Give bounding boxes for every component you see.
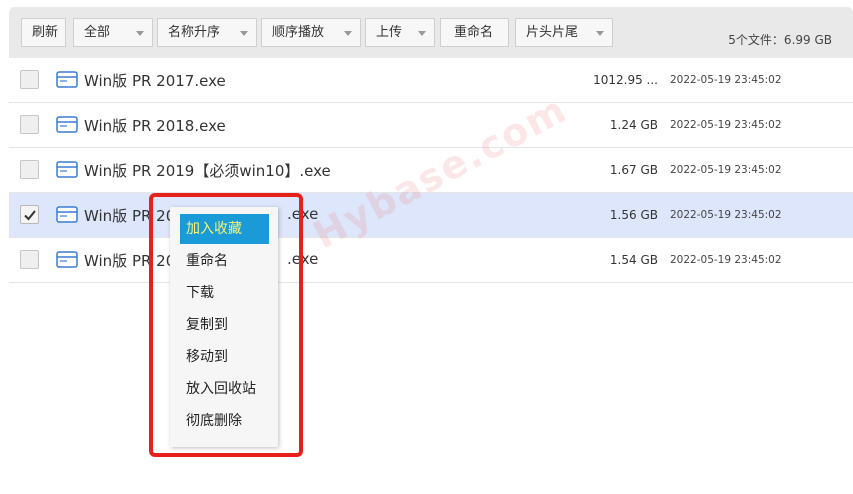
file-icon — [56, 251, 78, 268]
file-name-extension: .exe — [287, 250, 319, 268]
rename-button[interactable]: 重命名 — [440, 18, 509, 47]
row-checkbox[interactable] — [20, 250, 39, 269]
row-checkbox-checked[interactable] — [20, 205, 39, 224]
file-size: 1012.95 ... — [593, 73, 658, 87]
intro-outro-dropdown[interactable]: 片头片尾 — [515, 18, 613, 47]
file-date: 2022-05-19 23:45:02 — [670, 254, 782, 266]
file-row-selected[interactable]: Win版 PR 20 .exe 1.56 GB 2022-05-19 23:45… — [9, 193, 853, 238]
menu-item-recycle[interactable]: 放入回收站 — [180, 374, 269, 404]
file-size: 1.56 GB — [609, 208, 658, 222]
file-row[interactable]: Win版 PR 2018.exe 1.24 GB 2022-05-19 23:4… — [9, 103, 853, 148]
file-summary: 5个文件：6.99 GB — [728, 33, 832, 47]
refresh-label: 刷新 — [32, 25, 59, 40]
chevron-down-icon — [596, 31, 604, 36]
file-row[interactable]: Win版 PR 2019【必须win10】.exe 1.67 GB 2022-0… — [9, 148, 853, 193]
file-size: 1.67 GB — [609, 163, 658, 177]
file-date: 2022-05-19 23:45:02 — [670, 74, 782, 86]
file-icon — [56, 71, 78, 88]
menu-item-download[interactable]: 下载 — [180, 278, 269, 308]
row-checkbox[interactable] — [20, 70, 39, 89]
menu-item-add-favorite[interactable]: 加入收藏 — [180, 214, 269, 244]
file-name[interactable]: Win版 PR 2017.exe — [84, 70, 226, 91]
menu-item-move-to[interactable]: 移动到 — [180, 342, 269, 372]
file-size: 1.54 GB — [609, 253, 658, 267]
upload-label: 上传 — [376, 25, 403, 40]
file-date: 2022-05-19 23:45:02 — [670, 209, 782, 221]
playback-dropdown[interactable]: 顺序播放 — [261, 18, 361, 47]
file-name-extension: .exe — [287, 205, 319, 223]
file-icon — [56, 161, 78, 178]
checkmark-icon — [24, 210, 36, 221]
file-date: 2022-05-19 23:45:02 — [670, 119, 782, 131]
toolbar: 刷新 全部 名称升序 顺序播放 上传 重命名 片头片尾 5个文件：6.99 GB — [9, 7, 853, 58]
menu-item-copy-to[interactable]: 复制到 — [180, 310, 269, 340]
file-date: 2022-05-19 23:45:02 — [670, 164, 782, 176]
file-size: 1.24 GB — [609, 118, 658, 132]
intro-outro-label: 片头片尾 — [526, 25, 579, 40]
row-checkbox[interactable] — [20, 115, 39, 134]
upload-dropdown[interactable]: 上传 — [365, 18, 435, 47]
menu-item-rename[interactable]: 重命名 — [180, 246, 269, 276]
sort-label: 名称升序 — [168, 25, 221, 40]
rename-label: 重命名 — [454, 25, 494, 40]
file-row[interactable]: Win版 PR 2017.exe 1012.95 ... 2022-05-19 … — [9, 58, 853, 103]
refresh-button[interactable]: 刷新 — [21, 18, 66, 47]
chevron-down-icon — [418, 31, 426, 36]
chevron-down-icon — [136, 31, 144, 36]
row-checkbox[interactable] — [20, 160, 39, 179]
file-icon — [56, 116, 78, 133]
file-name[interactable]: Win版 PR 20 — [84, 205, 175, 226]
sort-dropdown[interactable]: 名称升序 — [157, 18, 257, 47]
context-menu: 加入收藏 重命名 下载 复制到 移动到 放入回收站 彻底删除 — [170, 207, 278, 447]
chevron-down-icon — [344, 31, 352, 36]
file-icon — [56, 206, 78, 223]
file-name[interactable]: Win版 PR 2019【必须win10】.exe — [84, 160, 331, 181]
filter-dropdown[interactable]: 全部 — [73, 18, 153, 47]
file-name[interactable]: Win版 PR 2018.exe — [84, 115, 226, 136]
file-row[interactable]: Win版 PR 20 .exe 1.54 GB 2022-05-19 23:45… — [9, 238, 853, 283]
filter-label: 全部 — [84, 25, 111, 40]
chevron-down-icon — [240, 31, 248, 36]
file-name[interactable]: Win版 PR 20 — [84, 250, 175, 271]
playback-label: 顺序播放 — [272, 25, 325, 40]
menu-item-delete-permanently[interactable]: 彻底删除 — [180, 406, 269, 436]
